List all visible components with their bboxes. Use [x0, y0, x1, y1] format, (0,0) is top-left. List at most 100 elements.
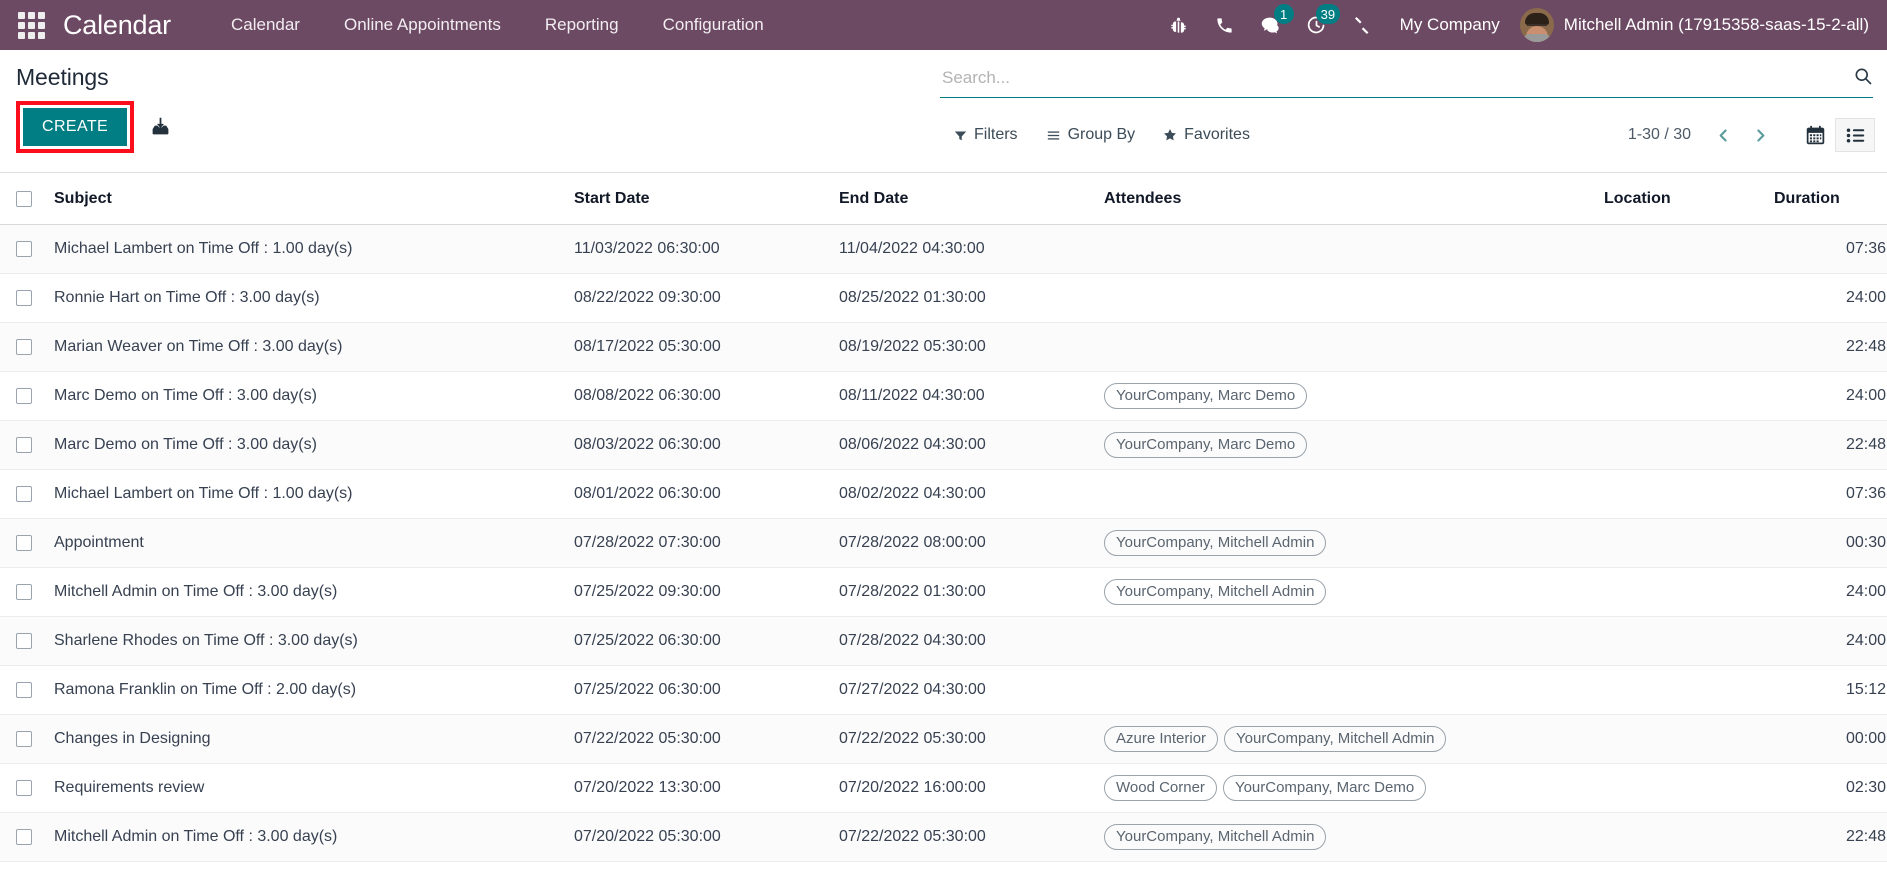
cell-subject: Mitchell Admin on Time Off : 3.00 day(s): [46, 812, 566, 862]
attendee-tag[interactable]: YourCompany, Mitchell Admin: [1104, 578, 1327, 606]
cell-subject: Marc Demo on Time Off : 3.00 day(s): [46, 420, 566, 470]
phone-icon[interactable]: [1202, 0, 1248, 50]
row-select-cell: [0, 616, 46, 666]
star-icon: [1164, 129, 1177, 141]
row-checkbox[interactable]: [16, 486, 32, 502]
list-view-button[interactable]: [1835, 118, 1875, 152]
search-bar: [940, 64, 1873, 98]
row-checkbox[interactable]: [16, 829, 32, 845]
row-checkbox[interactable]: [16, 437, 32, 453]
cell-location: [1596, 616, 1766, 666]
column-header-subject[interactable]: Subject: [46, 173, 566, 225]
menu-item-configuration[interactable]: Configuration: [641, 0, 786, 50]
cell-location: [1596, 665, 1766, 715]
cell-end-date: 07/28/2022 04:30:00: [831, 616, 1096, 666]
user-menu[interactable]: Mitchell Admin (17915358-saas-15-2-all): [1519, 8, 1873, 42]
app-brand-title[interactable]: Calendar: [63, 10, 171, 41]
menu-item-calendar[interactable]: Calendar: [209, 0, 322, 50]
table-row[interactable]: Requirements review 07/20/2022 13:30:00 07…: [0, 763, 1887, 813]
cell-location: [1596, 371, 1766, 421]
bug-icon[interactable]: [1156, 0, 1202, 50]
table-row[interactable]: Michael Lambert on Time Off : 1.00 day(s…: [0, 469, 1887, 519]
table-row[interactable]: Ronnie Hart on Time Off : 3.00 day(s) 08/…: [0, 273, 1887, 323]
row-select-cell: [0, 714, 46, 764]
attendee-tag[interactable]: Wood Corner: [1104, 774, 1217, 802]
table-row[interactable]: Marc Demo on Time Off : 3.00 day(s) 08/08…: [0, 371, 1887, 421]
row-select-cell: [0, 224, 46, 274]
tools-icon[interactable]: [1340, 0, 1386, 50]
import-download-icon[interactable]: [150, 116, 171, 137]
table-row[interactable]: Sharlene Rhodes on Time Off : 3.00 day(s…: [0, 616, 1887, 666]
filters-label: Filters: [974, 126, 1018, 143]
attendee-tag[interactable]: YourCompany, Marc Demo: [1104, 431, 1308, 459]
menu-item-reporting[interactable]: Reporting: [523, 0, 641, 50]
activities-clock-icon[interactable]: 39: [1294, 0, 1341, 50]
calendar-view-button[interactable]: [1795, 118, 1835, 152]
cell-end-date: 08/02/2022 04:30:00: [831, 469, 1096, 519]
pager-counter[interactable]: 1-30 / 30: [1628, 126, 1691, 144]
search-icon[interactable]: [1853, 66, 1873, 89]
attendee-tag[interactable]: Azure Interior: [1104, 725, 1219, 753]
apps-grid-dot: [28, 21, 35, 29]
search-input[interactable]: [940, 64, 1873, 92]
cell-end-date: 07/22/2022 05:30:00: [831, 812, 1096, 862]
row-checkbox[interactable]: [16, 388, 32, 404]
row-checkbox[interactable]: [16, 535, 32, 551]
cell-attendees: [1096, 224, 1596, 274]
cell-start-date: 08/08/2022 06:30:00: [566, 371, 831, 421]
select-all-checkbox[interactable]: [16, 191, 32, 207]
cell-start-date: 08/17/2022 05:30:00: [566, 322, 831, 372]
pager-previous-button[interactable]: [1705, 126, 1742, 145]
row-checkbox[interactable]: [16, 339, 32, 355]
cell-attendees: [1096, 665, 1596, 715]
table-row[interactable]: Mitchell Admin on Time Off : 3.00 day(s)…: [0, 812, 1887, 862]
group-by-dropdown[interactable]: Group By: [1032, 122, 1150, 148]
row-checkbox[interactable]: [16, 780, 32, 796]
cell-end-date: 07/20/2022 16:00:00: [831, 763, 1096, 813]
table-row[interactable]: Michael Lambert on Time Off : 1.00 day(s…: [0, 224, 1887, 274]
column-header-end-date[interactable]: End Date: [831, 173, 1096, 225]
cell-duration: 00:00: [1766, 714, 1887, 764]
attendee-tag[interactable]: YourCompany, Mitchell Admin: [1104, 823, 1327, 851]
row-checkbox[interactable]: [16, 633, 32, 649]
cell-location: [1596, 518, 1766, 568]
column-header-attendees[interactable]: Attendees: [1096, 173, 1596, 225]
attendee-tag[interactable]: YourCompany, Marc Demo: [1222, 774, 1427, 802]
attendee-tag[interactable]: YourCompany, Mitchell Admin: [1224, 725, 1447, 753]
table-row[interactable]: Changes in Designing 07/22/2022 05:30:00 0…: [0, 714, 1887, 764]
column-header-duration[interactable]: Duration: [1766, 173, 1887, 225]
company-switcher[interactable]: My Company: [1386, 15, 1520, 35]
table-row[interactable]: Mitchell Admin on Time Off : 3.00 day(s)…: [0, 567, 1887, 617]
row-checkbox[interactable]: [16, 241, 32, 257]
column-header-start-date[interactable]: Start Date: [566, 173, 831, 225]
row-checkbox[interactable]: [16, 731, 32, 747]
menu-item-online-appointments[interactable]: Online Appointments: [322, 0, 523, 50]
apps-grid-dot: [38, 21, 45, 29]
attendee-tag[interactable]: YourCompany, Marc Demo: [1104, 382, 1308, 410]
table-row[interactable]: Marian Weaver on Time Off : 3.00 day(s) 0…: [0, 322, 1887, 372]
cell-attendees: YourCompany, Marc Demo: [1096, 420, 1596, 470]
favorites-dropdown[interactable]: Favorites: [1149, 122, 1264, 148]
table-row[interactable]: Marc Demo on Time Off : 3.00 day(s) 08/03…: [0, 420, 1887, 470]
table-row[interactable]: Ramona Franklin on Time Off : 2.00 day(s…: [0, 665, 1887, 715]
apps-grid-icon[interactable]: [18, 11, 45, 39]
cell-end-date: 08/11/2022 04:30:00: [831, 371, 1096, 421]
row-checkbox[interactable]: [16, 584, 32, 600]
row-checkbox[interactable]: [16, 290, 32, 306]
pager-next-button[interactable]: [1742, 126, 1779, 145]
table-row[interactable]: Appointment 07/28/2022 07:30:00 07/28/2022…: [0, 518, 1887, 568]
column-header-location[interactable]: Location: [1596, 173, 1766, 225]
filters-dropdown[interactable]: Filters: [940, 122, 1032, 148]
activities-badge: 39: [1315, 4, 1341, 24]
messages-icon[interactable]: 1: [1248, 0, 1294, 50]
main-menu: Calendar Online Appointments Reporting C…: [209, 0, 786, 50]
create-button-highlight: CREATE: [16, 101, 135, 153]
attendee-tag[interactable]: YourCompany, Mitchell Admin: [1104, 529, 1327, 557]
cell-end-date: 07/28/2022 08:00:00: [831, 518, 1096, 568]
cell-duration: 22:48: [1766, 322, 1887, 372]
cell-subject: Appointment: [46, 518, 566, 568]
group-by-label: Group By: [1067, 126, 1136, 143]
create-button[interactable]: CREATE: [23, 108, 128, 146]
row-select-cell: [0, 371, 46, 421]
row-checkbox[interactable]: [16, 682, 32, 698]
